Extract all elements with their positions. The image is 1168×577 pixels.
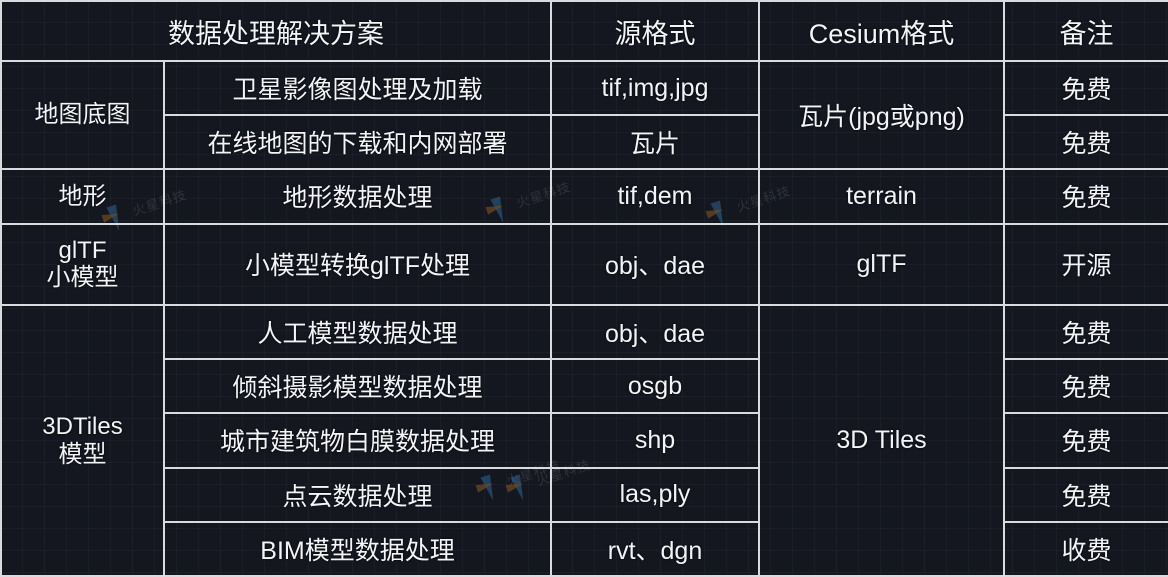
solution-cell: 小模型转换glTF处理 <box>163 222 552 307</box>
remark-cell: 免费 <box>1003 358 1168 415</box>
data-processing-solution-table: 数据处理解决方案 源格式 Cesium格式 备注 地图底图 卫星影像图处理及加载… <box>0 0 1168 577</box>
source-format-cell: obj、dae <box>550 222 760 307</box>
source-format-cell: tif,img,jpg <box>550 59 760 117</box>
solution-cell: 点云数据处理 <box>163 466 552 523</box>
category-line-1: 3DTiles <box>42 412 123 440</box>
remark-cell: 免费 <box>1003 304 1168 361</box>
remark-cell: 免费 <box>1003 168 1168 225</box>
cesium-format-cell: 3D Tiles <box>758 304 1005 577</box>
header-source-format: 源格式 <box>550 0 760 62</box>
table-header: 数据处理解决方案 源格式 Cesium格式 备注 <box>0 0 1168 62</box>
header-cesium-format: Cesium格式 <box>758 0 1005 62</box>
table-row: 地形 地形数据处理 tif,dem terrain 免费 <box>0 168 1168 225</box>
category-line-1: glTF <box>58 236 107 264</box>
header-row: 数据处理解决方案 源格式 Cesium格式 备注 <box>0 0 1168 62</box>
source-format-cell: 瓦片 <box>550 114 760 171</box>
solution-cell: BIM模型数据处理 <box>163 520 552 577</box>
source-format-cell: las,ply <box>550 466 760 523</box>
solution-cell: 城市建筑物白膜数据处理 <box>163 412 552 469</box>
solution-cell: 地形数据处理 <box>163 168 552 225</box>
source-format-cell: tif,dem <box>550 168 760 225</box>
category-cell-3dtiles: 3DTiles 模型 <box>0 304 165 577</box>
source-format-cell: osgb <box>550 358 760 415</box>
source-format-cell: shp <box>550 412 760 469</box>
remark-cell: 免费 <box>1003 114 1168 171</box>
category-line-2: 小模型 <box>46 264 119 292</box>
source-format-cell: obj、dae <box>550 304 760 361</box>
cesium-format-cell: 瓦片(jpg或png) <box>758 59 1005 171</box>
table-row: 3DTiles 模型 人工模型数据处理 obj、dae 3D Tiles 免费 <box>0 304 1168 577</box>
remark-cell: 免费 <box>1003 59 1168 117</box>
cesium-format-cell: glTF <box>758 222 1005 307</box>
solution-cell: 在线地图的下载和内网部署 <box>163 114 552 171</box>
cesium-format-cell: terrain <box>758 168 1005 225</box>
remark-cell: 开源 <box>1003 222 1168 307</box>
category-cell-basemap: 地图底图 <box>0 59 165 171</box>
remark-cell: 免费 <box>1003 412 1168 469</box>
solution-cell: 人工模型数据处理 <box>163 304 552 361</box>
solution-cell: 倾斜摄影模型数据处理 <box>163 358 552 415</box>
source-format-cell: rvt、dgn <box>550 520 760 577</box>
table-row: 地图底图 卫星影像图处理及加载 tif,img,jpg 瓦片(jpg或png) … <box>0 59 1168 171</box>
slide-canvas: 火星科技 火星科技 火星科技 火星科技 火星科技 数据处理解决方案 源格式 Ce… <box>0 0 1168 577</box>
solution-cell: 卫星影像图处理及加载 <box>163 59 552 117</box>
category-line-2: 模型 <box>58 440 107 468</box>
header-solution: 数据处理解决方案 <box>0 0 552 62</box>
table-row: glTF 小模型 小模型转换glTF处理 obj、dae glTF 开源 <box>0 222 1168 307</box>
table-body: 地图底图 卫星影像图处理及加载 tif,img,jpg 瓦片(jpg或png) … <box>0 59 1168 577</box>
category-cell-gltf: glTF 小模型 <box>0 222 165 307</box>
remark-cell: 收费 <box>1003 520 1168 577</box>
remark-cell: 免费 <box>1003 466 1168 523</box>
header-remark: 备注 <box>1003 0 1168 62</box>
category-cell-terrain: 地形 <box>0 168 165 225</box>
